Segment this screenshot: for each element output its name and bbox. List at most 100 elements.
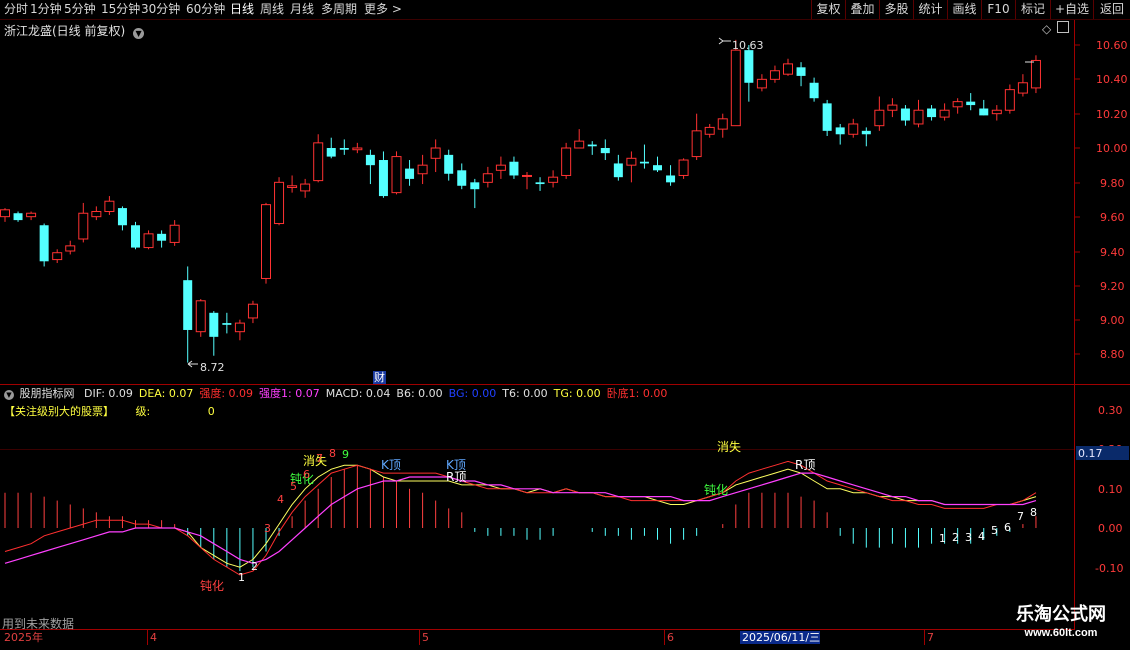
candle-body[interactable] (913, 109, 924, 125)
candle-body[interactable] (952, 101, 963, 108)
candle-body[interactable] (522, 174, 532, 177)
candle-body[interactable] (131, 225, 140, 248)
candle-body[interactable] (247, 303, 258, 319)
candle-body[interactable] (91, 211, 102, 218)
candle-body[interactable] (613, 163, 623, 178)
candle-body[interactable] (391, 156, 402, 194)
candle-body[interactable] (104, 200, 115, 213)
candle-body[interactable] (769, 70, 780, 80)
candle-body[interactable] (756, 78, 767, 89)
candle-body[interactable] (548, 176, 559, 183)
candle-body[interactable] (405, 168, 415, 179)
candle-body[interactable] (78, 212, 89, 240)
candle-body[interactable] (13, 213, 23, 221)
candle-body[interactable] (626, 157, 637, 166)
candle-body[interactable] (887, 104, 898, 111)
candle-body[interactable] (195, 300, 206, 333)
candle-body[interactable] (39, 225, 49, 262)
candle-body[interactable] (0, 209, 10, 218)
candle-body[interactable] (169, 224, 180, 243)
candle-body[interactable] (809, 82, 819, 99)
candle-body[interactable] (470, 182, 480, 190)
candle-body[interactable] (183, 280, 193, 330)
candle-body[interactable] (444, 154, 454, 174)
candle-body[interactable] (535, 182, 545, 185)
candle-body[interactable] (939, 109, 950, 118)
candle-body[interactable] (900, 108, 910, 121)
candle-body[interactable] (666, 175, 676, 183)
candle-body[interactable] (287, 185, 298, 188)
candle-body[interactable] (26, 212, 37, 218)
candle-body[interactable] (482, 173, 493, 183)
candle-body[interactable] (65, 245, 76, 252)
maximize-icon[interactable] (1057, 21, 1069, 33)
indicator-values: DIF: 0.09 DEA: 0.07 强度: 0.09 强度1: 0.07 MACD:… (78, 387, 667, 400)
candle-body[interactable] (822, 103, 832, 131)
counter-label: 1 (238, 571, 245, 584)
candle-body[interactable] (326, 148, 336, 157)
candle-body[interactable] (979, 108, 989, 116)
candle-body[interactable] (783, 63, 793, 75)
candle-body[interactable] (927, 108, 937, 118)
candle-body[interactable] (209, 312, 219, 337)
candle-body[interactable] (509, 161, 519, 176)
candle-body[interactable] (848, 123, 859, 135)
candle-body[interactable] (991, 109, 1002, 115)
candle-body[interactable] (430, 147, 441, 159)
stock-chart-canvas[interactable]: 10.60 10.40 10.20 10.00 9.80 9.60 9.40 9… (0, 0, 1130, 650)
candle-body[interactable] (653, 165, 662, 171)
wave-counters-left: 1 2 3 4 5 6 7 8 9 (238, 447, 349, 584)
annotation-dunhua: 钝化 (704, 483, 728, 497)
candle-body[interactable] (796, 67, 806, 76)
candle-body[interactable] (143, 233, 154, 249)
candle-body[interactable] (417, 164, 428, 175)
price-tick: 9.60 (1100, 211, 1125, 224)
candle-body[interactable] (561, 147, 572, 176)
candle-body[interactable] (587, 144, 597, 147)
candle-body[interactable] (157, 233, 167, 241)
candle-body[interactable] (704, 126, 715, 135)
candle-body[interactable] (574, 140, 585, 149)
candle-body[interactable] (365, 154, 375, 166)
candle-body[interactable] (234, 322, 245, 333)
candle-body[interactable] (222, 323, 232, 325)
candle-body[interactable] (339, 148, 349, 150)
candle-body[interactable] (457, 170, 467, 186)
candle-body[interactable] (117, 208, 127, 226)
candle-body[interactable] (730, 49, 741, 127)
candle-body[interactable] (313, 142, 324, 182)
candle-body[interactable] (300, 183, 311, 192)
price-axis: 10.60 10.40 10.20 10.00 9.80 9.60 9.40 9… (1096, 39, 1128, 361)
candle-body[interactable] (966, 101, 976, 106)
finance-marker[interactable]: 财 (373, 371, 386, 384)
candle-body[interactable] (678, 159, 689, 176)
candle-body[interactable] (352, 147, 363, 151)
candle-body[interactable] (874, 109, 885, 127)
candle-body[interactable] (1030, 59, 1041, 89)
candle-body[interactable] (691, 130, 702, 158)
candle-body[interactable] (261, 204, 271, 279)
chevron-down-icon[interactable]: ▼ (133, 28, 145, 39)
annotation-dunhua: 钝化 (200, 579, 224, 593)
candle-body[interactable] (639, 161, 649, 164)
candle-body[interactable] (52, 252, 63, 261)
indicator-current-value: 0.17 (1078, 447, 1103, 460)
date-year: 2025年 (4, 630, 43, 644)
candle-body[interactable] (717, 118, 728, 130)
counter-label: 4 (277, 493, 284, 506)
diamond-icon[interactable]: ◇ (1042, 22, 1051, 36)
candle-body[interactable] (861, 130, 871, 135)
cursor-date-label: 2025/06/11/三 (742, 631, 820, 644)
annotation-rding: R顶 (446, 470, 466, 484)
candle-body[interactable] (835, 127, 845, 135)
candle-body[interactable] (1004, 89, 1015, 111)
indicator-value: 强度: 0.09 (199, 387, 254, 400)
candle-body[interactable] (495, 164, 506, 171)
chevron-down-icon[interactable]: ▼ (4, 390, 14, 400)
candle-body[interactable] (274, 181, 285, 225)
candle-body[interactable] (600, 148, 610, 154)
candle-body[interactable] (378, 160, 388, 197)
candle-body[interactable] (744, 50, 754, 83)
candlestick-series (0, 39, 1041, 363)
candle-body[interactable] (1017, 82, 1028, 94)
